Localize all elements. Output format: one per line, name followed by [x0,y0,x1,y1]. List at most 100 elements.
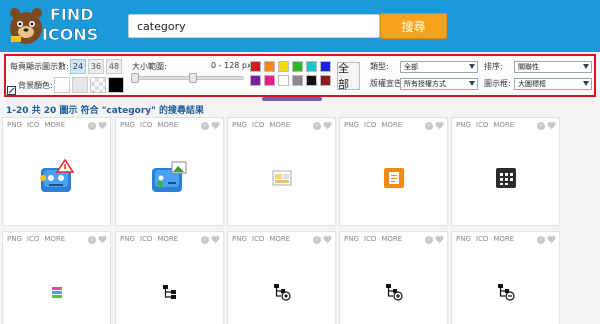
hierarchy-settings-icon[interactable] [228,248,335,324]
icon-card[interactable]: PNG ICO MORE i [115,117,224,226]
download-png-link[interactable]: PNG [120,235,135,243]
folder-image-icon[interactable] [228,134,335,221]
slider-max-handle[interactable] [189,73,197,83]
info-icon[interactable]: i [537,236,545,244]
download-ico-link[interactable]: ICO [252,235,264,243]
heart-icon[interactable] [98,121,107,130]
slider-min-handle[interactable] [131,73,139,83]
color-swatch-white[interactable] [278,75,289,86]
info-icon[interactable]: i [201,236,209,244]
download-ico-link[interactable]: ICO [476,235,488,243]
info-icon[interactable]: i [313,122,321,130]
heart-icon[interactable] [547,235,556,244]
color-swatch-gray[interactable] [292,75,303,86]
icon-card[interactable]: PNG ICO MORE i [339,117,448,226]
download-more-link[interactable]: MORE [44,121,65,129]
download-more-link[interactable]: MORE [381,121,402,129]
blue-face-warning-icon[interactable] [3,134,110,221]
color-swatch-pink[interactable] [264,75,275,86]
dark-calendar-grid-icon[interactable] [452,134,559,221]
size-range-slider[interactable] [131,73,244,83]
color-swatch-yellow[interactable] [278,61,289,72]
heart-icon[interactable] [323,121,332,130]
sort-select[interactable]: 關聯性 [514,61,592,73]
info-icon[interactable]: i [201,122,209,130]
download-ico-link[interactable]: ICO [364,121,376,129]
download-ico-link[interactable]: ICO [27,121,39,129]
icon-card[interactable]: PNG ICO MORE i [451,117,560,226]
download-ico-link[interactable]: ICO [252,121,264,129]
heart-icon[interactable] [211,121,220,130]
color-swatch-green[interactable] [292,61,303,72]
heart-icon[interactable] [435,235,444,244]
download-png-link[interactable]: PNG [456,235,471,243]
panel-toggle-handle[interactable] [262,97,322,101]
icon-card[interactable]: PNG ICO MORE i [115,231,224,324]
download-png-link[interactable]: PNG [232,121,247,129]
color-swatch-orange[interactable] [264,61,275,72]
color-stack-icon[interactable] [3,248,110,324]
download-png-link[interactable]: PNG [344,235,359,243]
download-png-link[interactable]: PNG [7,235,22,243]
download-more-link[interactable]: MORE [381,235,402,243]
icon-card[interactable]: PNG ICO MORE i [2,231,111,324]
per-page-option-48[interactable]: 48 [106,59,122,74]
download-png-link[interactable]: PNG [232,235,247,243]
download-more-link[interactable]: MORE [493,235,514,243]
download-more-link[interactable]: MORE [44,235,65,243]
color-swatch-brown[interactable] [320,75,331,86]
per-page-option-36[interactable]: 36 [88,59,104,74]
color-swatch-blue[interactable] [320,61,331,72]
all-colors-button[interactable]: 全部 [337,62,360,91]
download-png-link[interactable]: PNG [456,121,471,129]
type-select[interactable]: 全部 [400,61,478,73]
download-more-link[interactable]: MORE [157,235,178,243]
heart-icon[interactable] [547,121,556,130]
bg-swatch-gray[interactable] [72,77,88,93]
reset-icon[interactable] [7,86,16,95]
info-icon[interactable]: i [88,122,96,130]
search-button[interactable]: 搜尋 [380,13,447,39]
color-swatch-black[interactable] [306,75,317,86]
download-ico-link[interactable]: ICO [140,121,152,129]
hierarchy-add-icon[interactable] [340,248,447,324]
info-icon[interactable]: i [313,236,321,244]
heart-icon[interactable] [435,121,444,130]
info-icon[interactable]: i [88,236,96,244]
bg-swatch-white[interactable] [54,77,70,93]
orange-document-icon[interactable] [340,134,447,221]
info-icon[interactable]: i [425,122,433,130]
icon-card[interactable]: PNG ICO MORE i [2,117,111,226]
download-more-link[interactable]: MORE [157,121,178,129]
download-ico-link[interactable]: ICO [364,235,376,243]
icon-card[interactable]: PNG ICO MORE i [227,117,336,226]
site-logo[interactable]: FIND ICONS [6,3,118,47]
hierarchy-remove-icon[interactable] [452,248,559,324]
download-png-link[interactable]: PNG [344,121,359,129]
color-swatch-purple[interactable] [250,75,261,86]
download-png-link[interactable]: PNG [120,121,135,129]
bg-swatch-black[interactable] [108,77,124,93]
view-select[interactable]: 大圖標框 [514,78,592,90]
heart-icon[interactable] [323,235,332,244]
download-ico-link[interactable]: ICO [476,121,488,129]
download-more-link[interactable]: MORE [269,121,290,129]
bg-swatch-transparent[interactable] [90,77,106,93]
blue-face-image-icon[interactable] [116,134,223,221]
icon-card[interactable]: PNG ICO MORE i [451,231,560,324]
search-input[interactable]: category [128,14,380,38]
info-icon[interactable]: i [425,236,433,244]
color-swatch-red[interactable] [250,61,261,72]
color-swatch-cyan[interactable] [306,61,317,72]
download-more-link[interactable]: MORE [493,121,514,129]
heart-icon[interactable] [98,235,107,244]
download-ico-link[interactable]: ICO [140,235,152,243]
license-select[interactable]: 所有授權方式 [400,78,478,90]
download-ico-link[interactable]: ICO [27,235,39,243]
icon-card[interactable]: PNG ICO MORE i [339,231,448,324]
heart-icon[interactable] [211,235,220,244]
icon-card[interactable]: PNG ICO MORE i [227,231,336,324]
download-more-link[interactable]: MORE [269,235,290,243]
download-png-link[interactable]: PNG [7,121,22,129]
hierarchy-icon[interactable] [116,248,223,324]
